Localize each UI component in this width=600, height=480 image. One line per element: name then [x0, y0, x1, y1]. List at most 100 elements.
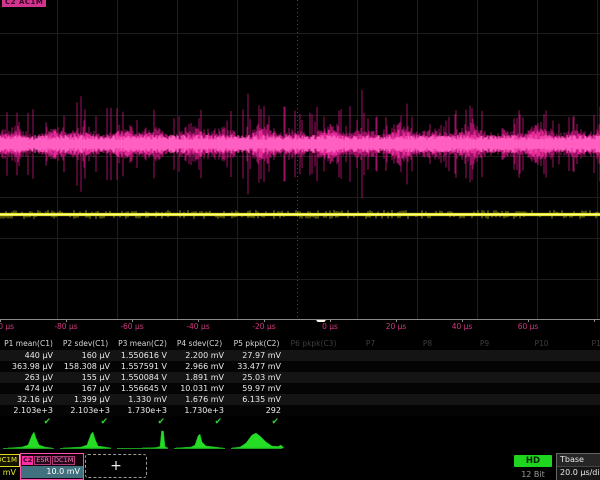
- c1-descriptor-badge[interactable]: DC1M: [0, 454, 20, 467]
- histicon-P1[interactable]: [3, 432, 54, 449]
- c1-scale-value: 0 mV: [0, 468, 16, 477]
- param-status-check: [399, 416, 456, 428]
- param-status-check: [285, 416, 342, 428]
- param-header-P11[interactable]: P11: [570, 338, 600, 350]
- param-value-cell: [456, 372, 513, 383]
- time-axis-label: -40 μs: [181, 322, 215, 331]
- param-value-cell: [342, 405, 399, 416]
- param-value-cell: [570, 350, 600, 361]
- table-row: 363.98 μV158.308 μV1.557591 V2.966 mV33.…: [0, 361, 600, 372]
- param-status-check: ✔: [0, 416, 57, 428]
- table-row: 474 μV167 μV1.556645 V10.031 mV59.97 mV: [0, 383, 600, 394]
- param-value-cell: 33.477 mV: [228, 361, 285, 372]
- histicon-P5[interactable]: [231, 433, 284, 449]
- param-header-P7[interactable]: P7: [342, 338, 399, 350]
- param-value-cell: 263 μV: [0, 372, 57, 383]
- histicon-P4[interactable]: [174, 434, 225, 449]
- param-value-cell: [342, 372, 399, 383]
- param-value-cell: 32.16 μV: [0, 394, 57, 405]
- param-value-cell: [513, 361, 570, 372]
- param-header-P9[interactable]: P9: [456, 338, 513, 350]
- param-header-P1[interactable]: P1 mean(C1): [0, 338, 57, 350]
- param-value-cell: 59.97 mV: [228, 383, 285, 394]
- table-row: P1 mean(C1)P2 sdev(C1)P3 mean(C2)P4 sdev…: [0, 338, 600, 350]
- param-value-cell: 167 μV: [57, 383, 114, 394]
- param-value-cell: [285, 383, 342, 394]
- histicons: [0, 429, 600, 451]
- param-value-cell: [285, 372, 342, 383]
- param-value-cell: [456, 383, 513, 394]
- bottom-bar: DC1M 0 mV C2 ESR DC1M 10.0 mV + HD 12 Bi…: [0, 452, 600, 480]
- param-header-P10[interactable]: P10: [513, 338, 570, 350]
- param-value-cell: 25.03 mV: [228, 372, 285, 383]
- param-value-cell: [399, 372, 456, 383]
- time-axis-label: 0 μs: [313, 322, 347, 331]
- param-value-cell: [285, 405, 342, 416]
- grid-trace-label: C2 AC1M: [2, 0, 46, 7]
- param-value-cell: [342, 361, 399, 372]
- plus-icon: +: [110, 458, 122, 474]
- oscilloscope-grid[interactable]: C2 AC1M: [0, 0, 600, 322]
- table-row: 263 μV155 μV1.550084 V1.891 mV25.03 mV: [0, 372, 600, 383]
- table-row: 440 μV160 μV1.550616 V2.200 mV27.97 mV: [0, 350, 600, 361]
- c2-noise-trace: [0, 90, 600, 198]
- param-header-P8[interactable]: P8: [399, 338, 456, 350]
- hd-mode-badge[interactable]: HD: [514, 455, 552, 467]
- esr-chip: ESR: [34, 456, 51, 465]
- param-value-cell: 10.031 mV: [171, 383, 228, 394]
- param-value-cell: [570, 361, 600, 372]
- c2-descriptor-badge[interactable]: C2 ESR DC1M 10.0 mV: [20, 453, 84, 480]
- hd-bit-depth: 12 Bit: [514, 470, 552, 479]
- time-axis: -100 μs-80 μs-60 μs-40 μs-20 μs0 μs20 μs…: [0, 321, 600, 334]
- param-status-check: ✔: [57, 416, 114, 428]
- param-header-P5[interactable]: P5 pkpk(C2): [228, 338, 285, 350]
- param-value-cell: 158.308 μV: [57, 361, 114, 372]
- param-status-check: ✔: [228, 416, 285, 428]
- param-value-cell: [456, 350, 513, 361]
- param-value-cell: [570, 383, 600, 394]
- param-value-cell: 292: [228, 405, 285, 416]
- channel-c2-chip[interactable]: C2: [22, 456, 33, 465]
- waveform-display: [0, 0, 600, 322]
- param-header-P2[interactable]: P2 sdev(C1): [57, 338, 114, 350]
- param-value-cell: [399, 383, 456, 394]
- time-axis-label: -60 μs: [115, 322, 149, 331]
- param-value-cell: 1.550084 V: [114, 372, 171, 383]
- param-value-cell: 1.730e+3: [114, 405, 171, 416]
- time-axis-label: 60 μs: [511, 322, 545, 331]
- add-trace-button[interactable]: +: [85, 454, 147, 478]
- param-status-check: ✔: [171, 416, 228, 428]
- param-value-cell: [513, 372, 570, 383]
- tbase-value: 20.0 μs/div: [557, 467, 600, 479]
- param-value-cell: [399, 361, 456, 372]
- param-value-cell: [285, 361, 342, 372]
- c2-coupling-chip: DC1M: [52, 456, 75, 465]
- param-header-P6[interactable]: P6 pkpk(C3): [285, 338, 342, 350]
- param-value-cell: 1.399 μV: [57, 394, 114, 405]
- histicon-P2[interactable]: [60, 432, 111, 449]
- param-value-cell: 440 μV: [0, 350, 57, 361]
- param-value-cell: [456, 405, 513, 416]
- table-row: 32.16 μV1.399 μV1.330 mV1.676 mV6.135 mV: [0, 394, 600, 405]
- param-value-cell: [285, 394, 342, 405]
- param-value-cell: 2.966 mV: [171, 361, 228, 372]
- param-value-cell: 1.676 mV: [171, 394, 228, 405]
- param-value-cell: [513, 350, 570, 361]
- param-value-cell: 27.97 mV: [228, 350, 285, 361]
- param-status-check: [456, 416, 513, 428]
- param-header-P3[interactable]: P3 mean(C2): [114, 338, 171, 350]
- param-value-cell: [399, 350, 456, 361]
- param-value-cell: [570, 372, 600, 383]
- histicon-strip: [0, 429, 600, 451]
- param-value-cell: [285, 350, 342, 361]
- param-value-cell: 2.103e+3: [57, 405, 114, 416]
- param-value-cell: [342, 383, 399, 394]
- param-value-cell: 1.550616 V: [114, 350, 171, 361]
- histicon-P3[interactable]: [117, 431, 168, 449]
- tbase-label: Tbase: [557, 454, 600, 467]
- param-value-cell: [456, 394, 513, 405]
- tbase-panel[interactable]: Tbase 20.0 μs/div: [556, 453, 600, 480]
- param-value-cell: 1.330 mV: [114, 394, 171, 405]
- param-status-check: [570, 416, 600, 428]
- param-header-P4[interactable]: P4 sdev(C2): [171, 338, 228, 350]
